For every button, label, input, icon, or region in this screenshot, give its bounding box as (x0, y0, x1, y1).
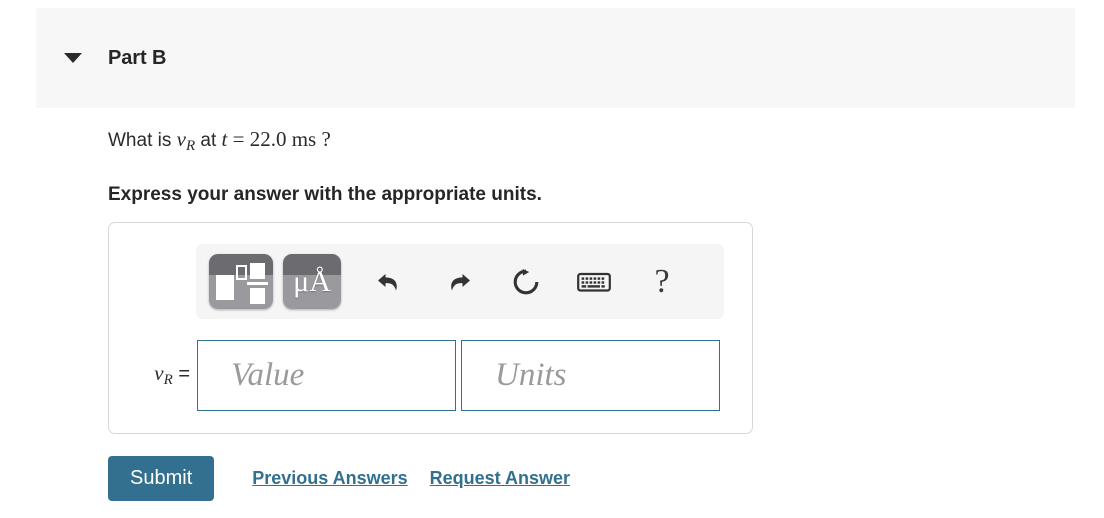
question-equals: = (232, 127, 245, 151)
question-middle: at (195, 130, 222, 151)
question-time-value: 22.0 ms (249, 127, 317, 151)
question-text: What is vR at t = 22.0 ms ? (108, 126, 1008, 159)
template-base-box-icon (216, 274, 234, 300)
keyboard-button[interactable] (571, 259, 617, 305)
reset-icon (511, 267, 541, 297)
part-header-band: Part B (36, 8, 1075, 108)
value-input[interactable]: Value (197, 340, 456, 411)
math-template-icon (214, 259, 268, 305)
help-button[interactable]: ? (639, 259, 685, 305)
question-variable-subscript: R (185, 138, 196, 155)
question-block: What is vR at t = 22.0 ms ? Express your… (108, 126, 1008, 206)
units-glyph-icon: μÅ (293, 264, 331, 298)
template-superscript-box-icon (236, 264, 247, 280)
template-fraction-denominator-icon (250, 287, 265, 304)
value-input-placeholder: Value (231, 357, 305, 393)
previous-answers-link[interactable]: Previous Answers (252, 468, 407, 489)
submit-button[interactable]: Submit (108, 456, 215, 501)
answer-input-row: vR = Value Units (109, 338, 752, 413)
undo-button[interactable] (367, 259, 413, 305)
math-toolbar: μÅ ? (196, 244, 724, 319)
question-prefix: What is (108, 130, 177, 151)
collapse-toggle[interactable] (60, 45, 86, 71)
question-suffix: ? (321, 127, 331, 151)
reset-button[interactable] (503, 259, 549, 305)
template-fraction-bar-icon (247, 281, 268, 285)
answer-label-variable: v (154, 361, 164, 386)
answer-label-subscript: R (163, 372, 173, 389)
redo-button[interactable] (435, 259, 481, 305)
action-bar: Submit Previous Answers Request Answer (108, 456, 570, 501)
request-answer-link[interactable]: Request Answer (430, 468, 570, 489)
undo-icon (375, 268, 405, 296)
keyboard-icon (577, 270, 611, 294)
question-variable: v (176, 127, 186, 151)
caret-down-icon (64, 53, 82, 63)
help-icon: ? (654, 262, 670, 300)
redo-icon (443, 268, 473, 296)
units-button[interactable]: μÅ (283, 254, 341, 309)
instruction-text: Express your answer with the appropriate… (108, 184, 542, 206)
units-input-placeholder: Units (495, 357, 567, 393)
units-input[interactable]: Units (461, 340, 720, 411)
answer-variable-label: vR = (109, 361, 197, 389)
answer-panel: μÅ ? vR = Value Units (108, 222, 753, 434)
page-title: Part B (108, 46, 167, 69)
math-template-button[interactable] (209, 254, 273, 309)
answer-label-equals: = (178, 363, 190, 386)
template-fraction-numerator-icon (250, 262, 265, 279)
